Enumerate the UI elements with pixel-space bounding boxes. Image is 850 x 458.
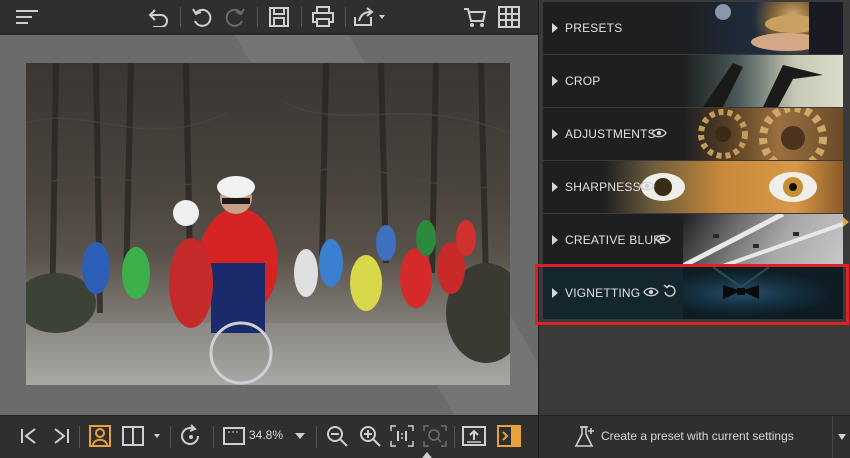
top-toolbar xyxy=(0,0,538,34)
photo-editor-window: 34.8% PRESETS CROP ADJUSTMENTS SHARPNESS… xyxy=(0,0,850,458)
compare-view-icon[interactable] xyxy=(121,424,163,448)
expand-arrow-icon xyxy=(552,23,558,33)
actual-size-icon[interactable] xyxy=(390,424,414,448)
bottom-separator xyxy=(79,426,80,448)
save-icon[interactable] xyxy=(266,4,292,30)
zoom-level[interactable]: 34.8% xyxy=(249,428,283,442)
zoom-dropdown-icon[interactable] xyxy=(292,424,308,448)
section-adjustments[interactable]: ADJUSTMENTS xyxy=(543,108,843,160)
section-presets[interactable]: PRESETS xyxy=(543,2,843,54)
scroll-marker-icon xyxy=(843,217,849,227)
grid-icon[interactable] xyxy=(496,4,522,30)
last-image-icon[interactable] xyxy=(49,424,73,448)
bottom-separator xyxy=(454,426,455,448)
presets-art xyxy=(683,2,843,54)
flask-icon xyxy=(574,425,596,454)
bottom-toolbar: 34.8% xyxy=(0,415,538,458)
bottom-separator xyxy=(316,426,317,448)
toolbar-separator xyxy=(301,7,302,27)
section-label: CREATIVE BLUR xyxy=(565,233,663,247)
section-label: ADJUSTMENTS xyxy=(565,127,656,141)
visibility-eye-icon[interactable] xyxy=(639,179,655,197)
expand-arrow-icon xyxy=(552,129,558,139)
bottom-separator xyxy=(170,426,171,448)
share-icon[interactable] xyxy=(353,4,387,30)
create-preset-bar[interactable]: Create a preset with current settings xyxy=(538,415,850,458)
adjustments-art xyxy=(683,108,843,160)
export-icon[interactable] xyxy=(462,424,486,448)
visibility-eye-icon[interactable] xyxy=(655,232,671,250)
selection-highlight xyxy=(535,264,849,325)
redo-icon[interactable] xyxy=(222,4,248,30)
collapse-filmstrip-icon[interactable] xyxy=(422,452,432,458)
portrait-mode-icon[interactable] xyxy=(88,424,112,448)
creative-blur-art xyxy=(681,214,843,266)
bottom-separator xyxy=(213,426,214,448)
expand-arrow-icon xyxy=(552,235,558,245)
expand-arrow-icon xyxy=(552,76,558,86)
undo-icon[interactable] xyxy=(189,4,215,30)
chevron-down-icon xyxy=(838,434,846,440)
cart-icon[interactable] xyxy=(462,4,488,30)
rotate-icon[interactable] xyxy=(179,424,203,448)
adjustments-panel: PRESETS CROP ADJUSTMENTS SHARPNESS CREAT… xyxy=(538,0,850,415)
image-canvas[interactable] xyxy=(0,35,538,415)
section-label: CROP xyxy=(565,74,601,88)
zoom-in-icon[interactable] xyxy=(358,424,382,448)
visibility-eye-icon[interactable] xyxy=(651,126,667,144)
section-creative-blur[interactable]: CREATIVE BLUR xyxy=(543,214,843,266)
toggle-panel-icon[interactable] xyxy=(497,424,521,448)
section-label: PRESETS xyxy=(565,21,623,35)
print-icon[interactable] xyxy=(310,4,336,30)
expand-arrow-icon xyxy=(552,182,558,192)
fit-to-screen-icon[interactable] xyxy=(423,424,447,448)
toolbar-separator xyxy=(257,7,258,27)
first-image-icon[interactable] xyxy=(17,424,41,448)
section-label: SHARPNESS xyxy=(565,180,641,194)
toolbar-separator xyxy=(180,7,181,27)
preset-dropdown-button[interactable] xyxy=(832,416,850,458)
create-preset-label: Create a preset with current settings xyxy=(601,429,794,443)
menu-icon[interactable] xyxy=(14,4,40,30)
toolbar-separator xyxy=(345,7,346,27)
cycling-race-photo xyxy=(26,63,510,385)
undo-history-icon[interactable] xyxy=(145,4,171,30)
section-crop[interactable]: CROP xyxy=(543,55,843,107)
fit-view-icon[interactable] xyxy=(222,424,246,448)
section-sharpness[interactable]: SHARPNESS xyxy=(543,161,843,213)
crop-art xyxy=(683,55,843,107)
zoom-out-icon[interactable] xyxy=(325,424,349,448)
